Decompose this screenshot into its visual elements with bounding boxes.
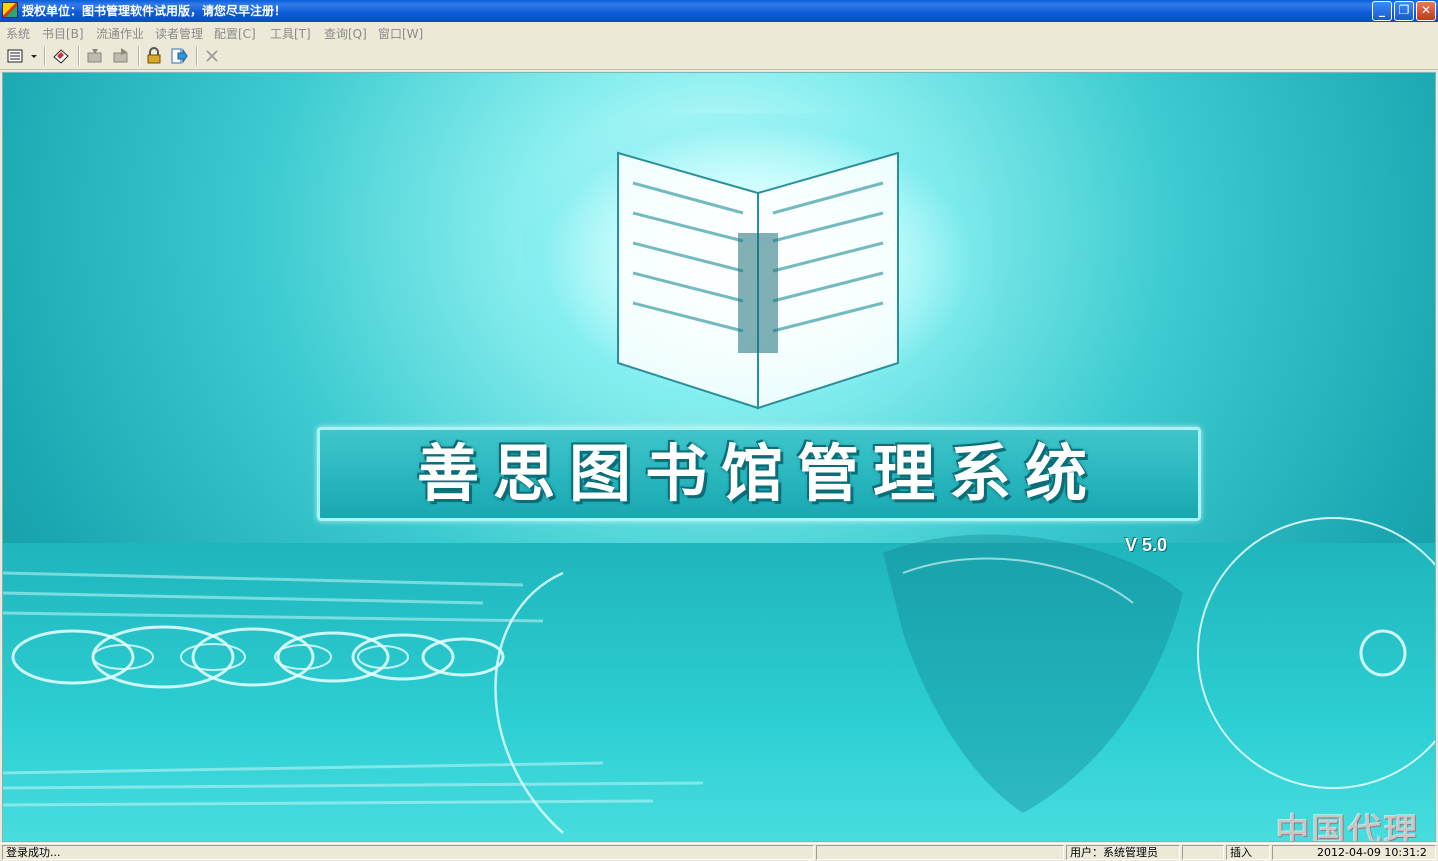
menu-tools[interactable]: 工具[T] bbox=[270, 25, 311, 42]
lock-icon[interactable] bbox=[145, 47, 163, 65]
book-logo-image bbox=[523, 113, 993, 413]
toolbar-separator bbox=[196, 46, 198, 66]
menu-catalog[interactable]: 书目[B] bbox=[42, 25, 84, 42]
window-title: 授权单位：图书管理软件试用版，请您尽早注册！ bbox=[22, 4, 287, 18]
menu-config[interactable]: 配置[C] bbox=[214, 25, 256, 42]
menu-system[interactable]: 系统 bbox=[6, 25, 30, 42]
status-empty-pane bbox=[816, 845, 1064, 860]
export-icon[interactable] bbox=[112, 47, 130, 65]
restore-button[interactable]: ❐ bbox=[1394, 1, 1414, 21]
status-user: 用户：系统管理员 bbox=[1066, 845, 1180, 860]
book-icon bbox=[617, 151, 899, 410]
toolbar bbox=[0, 42, 1438, 70]
toolbar-separator bbox=[44, 46, 46, 66]
exit-icon[interactable] bbox=[170, 47, 188, 65]
list-dropdown-icon[interactable] bbox=[6, 47, 40, 65]
import-icon[interactable] bbox=[86, 47, 104, 65]
system-title-banner: 善思图书馆管理系统 bbox=[317, 427, 1201, 521]
app-logo-icon[interactable] bbox=[2, 2, 18, 18]
watermark-text: 中国代理网 bbox=[1275, 811, 1419, 842]
status-insert-mode: 插入 bbox=[1226, 845, 1270, 860]
close-window-button[interactable]: ✕ bbox=[1416, 1, 1436, 21]
menu-bar: 系统 书目[B] 流通作业 读者管理 配置[C] 工具[T] 查询[Q] 窗口[… bbox=[0, 22, 1438, 42]
eraser-icon[interactable] bbox=[52, 47, 70, 65]
status-message: 登录成功... bbox=[2, 845, 814, 860]
splash-canvas: 善思图书馆管理系统 V 5.0 中国代理网 bbox=[2, 72, 1436, 842]
minimize-button[interactable]: _ bbox=[1372, 1, 1392, 21]
toolbar-separator bbox=[78, 46, 80, 66]
menu-circulation[interactable]: 流通作业 bbox=[96, 25, 144, 42]
title-bar: 授权单位：图书管理软件试用版，请您尽早注册！ _ ❐ ✕ bbox=[0, 0, 1438, 22]
menu-window[interactable]: 窗口[W] bbox=[378, 25, 423, 42]
status-empty-pane-2 bbox=[1182, 845, 1224, 860]
menu-reader-management[interactable]: 读者管理 bbox=[155, 25, 203, 42]
toolbar-separator bbox=[138, 46, 140, 66]
menu-query[interactable]: 查询[Q] bbox=[324, 25, 367, 42]
version-label: V 5.0 bbox=[1125, 535, 1168, 555]
status-datetime: 2012-04-09 10:31:2 bbox=[1272, 845, 1436, 860]
status-bar: 登录成功... 用户：系统管理员 插入 2012-04-09 10:31:2 bbox=[0, 843, 1438, 861]
close-icon[interactable] bbox=[203, 47, 221, 65]
